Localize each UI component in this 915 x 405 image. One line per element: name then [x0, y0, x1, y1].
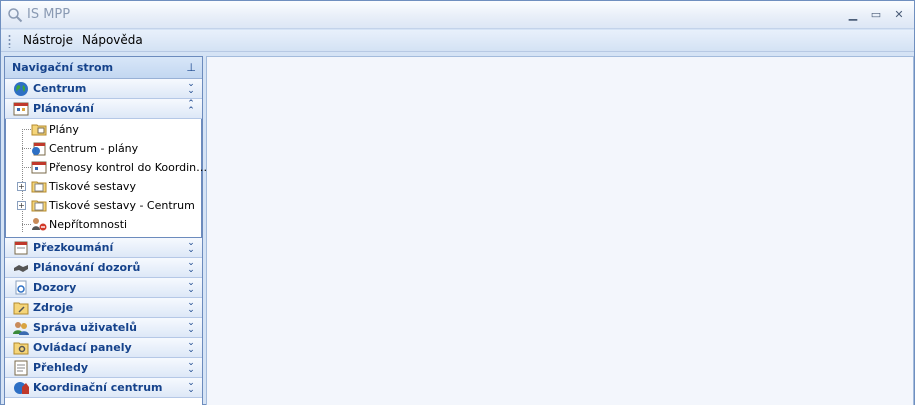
tree-connector [22, 129, 31, 130]
chevron-down-icon: ⌄ ⌄ [187, 278, 195, 295]
calendar-icon [31, 161, 47, 174]
folder-report-icon [31, 200, 47, 212]
tree-item-label: Plány [49, 123, 79, 136]
nav-group-label: Přezkoumání [33, 241, 114, 254]
tree-item-prenosy[interactable]: Přenosy kontrol do Koordin… [6, 158, 207, 177]
tree-item-label: Nepřítomnosti [49, 218, 128, 231]
folder-tools-icon [13, 302, 29, 315]
users-absence-icon [32, 218, 47, 231]
tree-item-tiskove-sestavy-centrum[interactable]: + Tiskové sestavy - Centrum [6, 196, 202, 215]
chevron-down-icon: ⌄ ⌄ [187, 358, 195, 375]
menu-bar: Nástroje Nápověda [1, 30, 914, 52]
maximize-icon: ▭ [870, 8, 882, 21]
users-icon [13, 322, 29, 335]
handshake-icon [14, 265, 28, 272]
globe-document-icon [32, 142, 46, 156]
folder-icon [31, 124, 47, 136]
tree-connector [22, 148, 31, 149]
globe-icon [14, 82, 28, 96]
tree-item-label: Přenosy kontrol do Koordin… [49, 161, 208, 174]
tree-item-plany[interactable]: Plány [6, 120, 202, 139]
chevron-down-icon: ⌄ ⌄ [187, 238, 195, 255]
folder-settings-icon [13, 342, 29, 355]
chevron-down-icon: ⌄ ⌄ [187, 338, 195, 355]
report-icon [14, 360, 28, 376]
folder-report-icon [31, 181, 47, 193]
document-magnify-icon [15, 280, 27, 295]
tree-connector [22, 224, 31, 225]
nav-group-planovani[interactable]: Plánování ⌃ ⌃ [5, 99, 202, 119]
main-content-area[interactable] [206, 56, 914, 405]
tree-item-label: Tiskové sestavy - Centrum [49, 199, 195, 212]
expand-icon[interactable]: + [17, 182, 26, 191]
nav-group-label: Plánování dozorů [33, 261, 141, 274]
expand-icon[interactable]: + [17, 201, 26, 210]
menubar-grip[interactable] [8, 34, 11, 48]
chevron-up-icon: ⌃ ⌃ [187, 99, 195, 116]
menu-nastroje[interactable]: Nástroje [21, 33, 75, 47]
nav-group-label: Dozory [33, 281, 77, 294]
document-icon [14, 241, 28, 255]
maximize-button[interactable]: ▭ [866, 7, 886, 23]
nav-group-label: Správa uživatelů [33, 321, 137, 334]
nav-group-label: Zdroje [33, 301, 74, 314]
minimize-icon: ▁ [848, 8, 858, 21]
nav-group-ovladaci-panely[interactable]: Ovládací panely ⌄ ⌄ [5, 338, 202, 358]
nav-group-planovani-dozoru[interactable]: Plánování dozorů ⌄ ⌄ [5, 258, 202, 278]
tree-item-label: Centrum - plány [49, 142, 139, 155]
tree-item-centrum-plany[interactable]: Centrum - plány [6, 139, 202, 158]
chevron-down-icon: ⌄ ⌄ [187, 298, 195, 315]
nav-group-koordinacni-centrum[interactable]: Koordinační centrum ⌄ ⌄ [5, 378, 202, 398]
nav-group-label: Přehledy [33, 361, 89, 374]
app-window: IS MPP ▁ ▭ ✕ Nástroje Nápověda Navigační… [0, 0, 915, 405]
tree-connector [22, 167, 31, 168]
chevron-down-icon: ⌄ ⌄ [187, 318, 195, 335]
title-bar[interactable]: IS MPP ▁ ▭ ✕ [1, 1, 914, 29]
calendar-icon [13, 102, 29, 116]
nav-group-prezkoumani[interactable]: Přezkoumání ⌄ ⌄ [5, 238, 202, 258]
navigation-panel: Navigační strom ⊥ Centrum ⌄ ⌄ Plánování ⌃… [4, 56, 207, 405]
window-title: IS MPP [27, 7, 71, 22]
minimize-button[interactable]: ▁ [843, 7, 863, 23]
nav-group-prehledy[interactable]: Přehledy ⌄ ⌄ [5, 358, 202, 378]
tree-item-label: Tiskové sestavy [49, 180, 136, 193]
pin-icon[interactable]: ⊥ [186, 61, 196, 74]
tree-item-nepritomnosti[interactable]: Nepřítomnosti [6, 215, 202, 234]
nav-group-centrum[interactable]: Centrum ⌄ ⌄ [5, 79, 202, 99]
chevron-down-icon: ⌄ ⌄ [187, 378, 195, 395]
nav-group-label: Ovládací panely [33, 341, 132, 354]
search-icon [8, 8, 23, 23]
nav-group-label: Centrum [33, 82, 87, 95]
nav-group-zdroje[interactable]: Zdroje ⌄ ⌄ [5, 298, 202, 318]
tree-view: Plány Centrum - plány Přenosy kontrol do… [5, 119, 207, 238]
close-icon: ✕ [894, 8, 904, 21]
nav-group-dozory[interactable]: Dozory ⌄ ⌄ [5, 278, 202, 298]
globe-house-icon [14, 382, 29, 394]
nav-header: Navigační strom ⊥ [5, 57, 202, 79]
nav-group-label: Plánování [33, 102, 94, 115]
chevron-down-icon: ⌄ ⌄ [187, 258, 195, 275]
nav-header-title: Navigační strom [12, 61, 114, 74]
menu-napoveda[interactable]: Nápověda [80, 33, 145, 47]
nav-group-sprava-uzivatelu[interactable]: Správa uživatelů ⌄ ⌄ [5, 318, 202, 338]
chevron-down-icon: ⌄ ⌄ [187, 79, 195, 96]
tree-item-tiskove-sestavy[interactable]: + Tiskové sestavy [6, 177, 202, 196]
nav-group-label: Koordinační centrum [33, 381, 163, 394]
close-button[interactable]: ✕ [889, 7, 909, 23]
